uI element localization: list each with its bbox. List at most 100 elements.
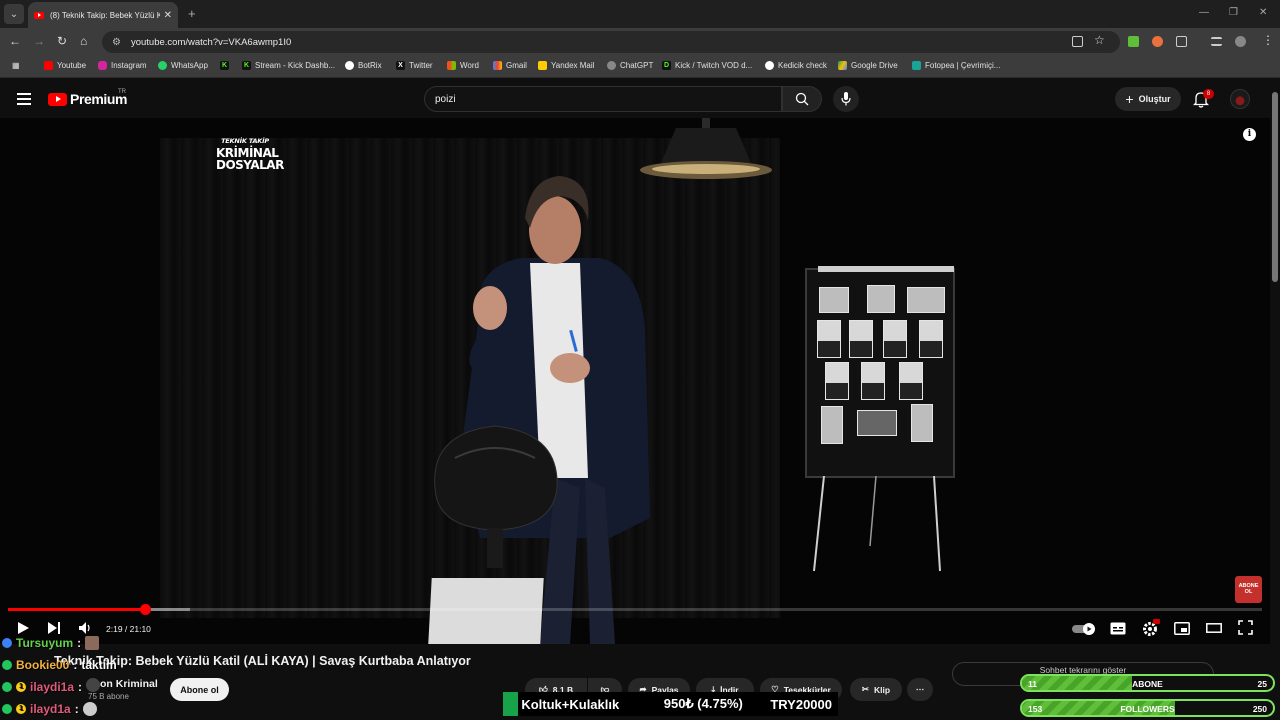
page-scrollbar[interactable] bbox=[1270, 80, 1280, 720]
info-icon[interactable]: i bbox=[1243, 128, 1256, 141]
goal-target: TRY20000 bbox=[770, 696, 832, 712]
microphone-icon bbox=[841, 92, 851, 106]
bookmark-yandex-mail[interactable]: Yandex Mail bbox=[538, 61, 594, 70]
microsoft-icon bbox=[447, 61, 456, 70]
kick-icon: K bbox=[242, 61, 251, 70]
followers-goal-bar: 153 FOLLOWERS 250 bbox=[1020, 699, 1275, 717]
bookmark-vod-downloader[interactable]: D Kick / Twitch VOD d... bbox=[662, 61, 752, 70]
bookmark-whatsapp[interactable]: WhatsApp bbox=[158, 61, 208, 70]
stream-chat-overlay: Tursuyum: Bookie00: taktim 1 ilaydi1a: 1… bbox=[0, 632, 140, 720]
x-twitter-icon: X bbox=[396, 61, 405, 70]
extension-shield-icon[interactable] bbox=[1128, 36, 1139, 47]
browser-tab-active[interactable]: (8) Teknik Takip: Bebek Yüzlü Ka ✕ bbox=[28, 2, 178, 28]
forward-arrow-icon[interactable]: → bbox=[33, 34, 45, 48]
home-icon[interactable]: ⌂ bbox=[80, 34, 87, 48]
cast-icon[interactable] bbox=[1072, 36, 1083, 47]
chatgpt-icon bbox=[607, 61, 616, 70]
globe-icon bbox=[765, 61, 774, 70]
miniplayer-icon[interactable] bbox=[1174, 622, 1190, 635]
chat-badge-icon bbox=[2, 638, 12, 648]
new-tab-icon[interactable]: + bbox=[188, 6, 196, 21]
back-arrow-icon[interactable]: ← bbox=[9, 34, 21, 48]
chat-badge-icon bbox=[2, 660, 12, 670]
goal-label: Koltuk+Kulaklık bbox=[521, 696, 620, 712]
scissors-icon: ✂ bbox=[861, 684, 870, 694]
goal-progress-text: 950₺ (4.75%) bbox=[663, 696, 743, 711]
site-info-icon[interactable]: ⚙ bbox=[112, 37, 121, 48]
more-actions-button[interactable]: ⋯ bbox=[907, 678, 933, 701]
clip-button[interactable]: ✂ Klip bbox=[850, 678, 902, 701]
kick-icon: D bbox=[662, 61, 671, 70]
bookmark-instagram[interactable]: Instagram bbox=[98, 61, 147, 70]
voice-search-button[interactable] bbox=[833, 86, 859, 112]
bookmark-kick[interactable]: K bbox=[220, 61, 233, 70]
profile-icon[interactable] bbox=[1235, 36, 1246, 47]
tab-close-icon[interactable]: ✕ bbox=[164, 10, 172, 21]
url-text: youtube.com/watch?v=VKA6awmp1I0 bbox=[130, 36, 292, 48]
bookmark-photopea[interactable]: Fotopea | Çevrimiçi... bbox=[912, 61, 1000, 70]
autoplay-toggle[interactable] bbox=[1072, 623, 1096, 635]
search-button[interactable] bbox=[782, 86, 822, 112]
google-drive-icon bbox=[838, 61, 847, 70]
chat-badge-icon bbox=[2, 704, 12, 714]
bookmark-youtube[interactable]: Youtube bbox=[44, 61, 86, 70]
scrollbar-thumb[interactable] bbox=[1272, 92, 1278, 282]
instagram-icon bbox=[98, 61, 107, 70]
subscribe-button[interactable]: Abone ol bbox=[170, 678, 229, 701]
tab-title: (8) Teknik Takip: Bebek Yüzlü Ka bbox=[50, 10, 160, 20]
browser-tab-strip: ⌄ (8) Teknik Takip: Bebek Yüzlü Ka ✕ + —… bbox=[0, 0, 1280, 28]
theater-mode-icon[interactable] bbox=[1206, 623, 1222, 633]
apps-grid-icon[interactable]: ▦ bbox=[12, 61, 20, 70]
browser-menu-icon[interactable]: ⋮ bbox=[1262, 33, 1274, 47]
player-controls: 2:19 / 21:10 bbox=[0, 614, 1270, 644]
search-input[interactable]: poizi bbox=[424, 86, 782, 112]
settings-gear-icon[interactable] bbox=[1142, 619, 1160, 637]
country-code: TR bbox=[118, 89, 126, 95]
bookmark-star-icon[interactable]: ☆ bbox=[1094, 33, 1105, 47]
account-avatar[interactable] bbox=[1230, 89, 1250, 109]
minimize-icon[interactable]: — bbox=[1199, 7, 1209, 18]
reload-icon[interactable]: ↻ bbox=[57, 34, 67, 48]
bookmarks-bar: ▦ Youtube Instagram WhatsApp K K Stream -… bbox=[0, 56, 1280, 78]
hamburger-menu-icon[interactable] bbox=[17, 93, 31, 105]
bookmark-twitter[interactable]: X Twitter bbox=[396, 61, 433, 70]
fullscreen-icon[interactable] bbox=[1238, 620, 1253, 635]
youtube-favicon-icon bbox=[34, 11, 44, 19]
bookmark-chatgpt[interactable]: ChatGPT bbox=[607, 61, 653, 70]
bookmark-google-drive[interactable]: Google Drive bbox=[838, 61, 898, 70]
youtube-logo-icon bbox=[48, 92, 67, 106]
restore-icon[interactable]: ❐ bbox=[1229, 7, 1238, 18]
browser-toolbar: ← → ↻ ⌂ ⚙ youtube.com/watch?v=VKA6awmp1I… bbox=[0, 28, 1280, 56]
youtube-premium-logo[interactable]: Premium bbox=[48, 91, 128, 107]
extensions-puzzle-icon[interactable] bbox=[1176, 36, 1187, 47]
window-close-icon[interactable]: ✕ bbox=[1259, 7, 1267, 18]
plus-icon: + bbox=[1125, 91, 1134, 107]
gmail-icon bbox=[493, 61, 502, 70]
goal-progress-indicator bbox=[503, 692, 519, 716]
address-bar[interactable]: ⚙ youtube.com/watch?v=VKA6awmp1I0 bbox=[102, 31, 1120, 53]
chat-sub-badge-icon: 1 bbox=[16, 704, 26, 714]
yandex-mail-icon bbox=[538, 61, 547, 70]
subtitles-icon[interactable] bbox=[1110, 622, 1126, 635]
extension-flame-icon[interactable] bbox=[1152, 36, 1163, 47]
chat-sub-badge-icon: 1 bbox=[16, 682, 26, 692]
search-icon bbox=[795, 92, 809, 106]
more-horizontal-icon: ⋯ bbox=[915, 684, 925, 694]
bookmark-botrix[interactable]: BotRix bbox=[345, 61, 382, 70]
chat-message: Tursuyum: bbox=[2, 636, 100, 650]
bookmark-gmail[interactable]: Gmail bbox=[493, 61, 527, 70]
video-progress-bar[interactable] bbox=[8, 604, 1262, 615]
notification-count-badge: 8 bbox=[1203, 89, 1214, 99]
tab-search-button[interactable]: ⌄ bbox=[4, 4, 24, 24]
video-frame-presenter bbox=[460, 176, 650, 644]
emote-icon bbox=[82, 702, 97, 716]
bookmark-word[interactable]: Word bbox=[447, 61, 479, 70]
bookmark-kedicik[interactable]: Kedicik check bbox=[765, 61, 827, 70]
abone-ol-watermark-badge[interactable]: ABONE OL bbox=[1235, 576, 1262, 603]
chat-message: 1 ilayd1a: bbox=[2, 702, 97, 716]
bookmark-kick-dashboard[interactable]: K Stream - Kick Dashb... bbox=[242, 61, 335, 70]
reading-list-icon[interactable] bbox=[1211, 37, 1222, 46]
youtube-masthead: Premium TR poizi + Oluştur 8 bbox=[0, 80, 1280, 118]
create-button[interactable]: + Oluştur bbox=[1115, 87, 1181, 111]
video-player[interactable]: TEKNİK TAKİP KRİMİNAL DOSYALAR i ABONE O… bbox=[0, 118, 1270, 644]
